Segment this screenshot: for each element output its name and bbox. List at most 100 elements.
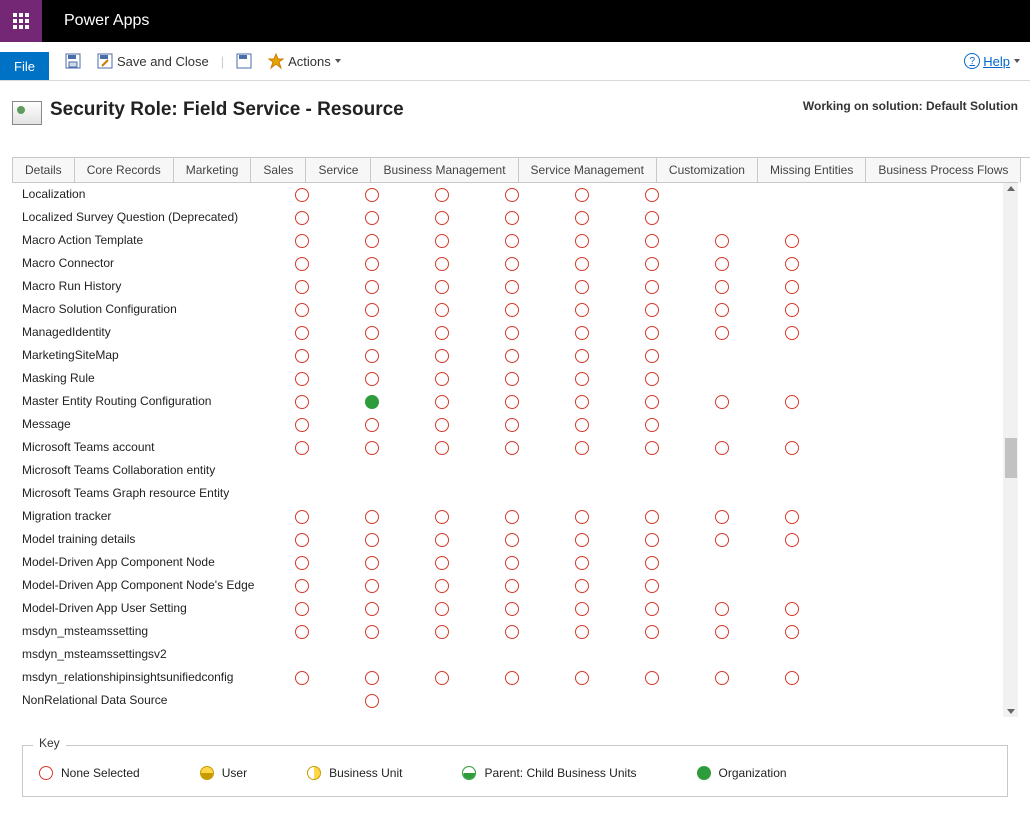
permission-cell[interactable] [757, 395, 827, 409]
permission-cell[interactable] [337, 579, 407, 593]
permission-cell[interactable] [477, 717, 547, 718]
permission-cell[interactable] [267, 211, 337, 225]
permission-cell[interactable] [477, 441, 547, 455]
permission-cell[interactable] [407, 418, 477, 432]
permission-cell[interactable] [687, 625, 757, 639]
permission-cell[interactable] [407, 349, 477, 363]
permission-cell[interactable] [477, 372, 547, 386]
permission-cell[interactable] [547, 280, 617, 294]
secondary-save-button[interactable] [236, 42, 256, 80]
permission-cell[interactable] [477, 257, 547, 271]
permission-cell[interactable] [757, 602, 827, 616]
permission-cell[interactable] [477, 556, 547, 570]
permission-cell[interactable] [267, 556, 337, 570]
permission-cell[interactable] [267, 602, 337, 616]
permission-cell[interactable] [337, 395, 407, 409]
tab-marketing[interactable]: Marketing [173, 157, 252, 182]
permission-cell[interactable] [477, 510, 547, 524]
permission-cell[interactable] [337, 418, 407, 432]
permission-cell[interactable] [337, 188, 407, 202]
permission-cell[interactable] [687, 280, 757, 294]
permission-cell[interactable] [687, 510, 757, 524]
permission-cell[interactable] [617, 671, 687, 685]
permission-cell[interactable] [757, 257, 827, 271]
permission-cell[interactable] [547, 602, 617, 616]
permission-cell[interactable] [687, 395, 757, 409]
permission-cell[interactable] [267, 234, 337, 248]
save-and-close-button[interactable]: Save and Close [97, 42, 209, 80]
permission-cell[interactable] [547, 303, 617, 317]
tab-customization[interactable]: Customization [656, 157, 758, 182]
permission-cell[interactable] [757, 234, 827, 248]
permission-cell[interactable] [267, 372, 337, 386]
permission-cell[interactable] [757, 533, 827, 547]
permission-cell[interactable] [477, 326, 547, 340]
permission-cell[interactable] [547, 326, 617, 340]
permission-cell[interactable] [547, 418, 617, 432]
permission-cell[interactable] [687, 303, 757, 317]
permission-cell[interactable] [477, 671, 547, 685]
permission-cell[interactable] [407, 372, 477, 386]
permission-cell[interactable] [267, 533, 337, 547]
permission-cell[interactable] [407, 211, 477, 225]
permission-cell[interactable] [267, 349, 337, 363]
permission-cell[interactable] [687, 234, 757, 248]
permission-cell[interactable] [407, 625, 477, 639]
permission-cell[interactable] [407, 280, 477, 294]
permission-cell[interactable] [407, 510, 477, 524]
tab-custom-entities[interactable]: Custom Entities [1020, 157, 1030, 183]
permission-cell[interactable] [687, 533, 757, 547]
permission-cell[interactable] [267, 326, 337, 340]
permission-cell[interactable] [407, 602, 477, 616]
permission-cell[interactable] [477, 211, 547, 225]
permission-cell[interactable] [407, 234, 477, 248]
permission-cell[interactable] [407, 303, 477, 317]
permission-cell[interactable] [477, 579, 547, 593]
permission-cell[interactable] [617, 602, 687, 616]
permission-cell[interactable] [687, 326, 757, 340]
actions-menu-button[interactable]: Actions [268, 42, 341, 80]
permission-cell[interactable] [477, 303, 547, 317]
permission-cell[interactable] [337, 211, 407, 225]
permission-cell[interactable] [617, 188, 687, 202]
permission-cell[interactable] [547, 349, 617, 363]
permission-cell[interactable] [337, 326, 407, 340]
permission-cell[interactable] [337, 441, 407, 455]
permission-cell[interactable] [407, 533, 477, 547]
permission-cell[interactable] [757, 280, 827, 294]
permission-cell[interactable] [617, 533, 687, 547]
permission-cell[interactable] [477, 395, 547, 409]
permission-cell[interactable] [547, 257, 617, 271]
permission-cell[interactable] [617, 257, 687, 271]
permission-cell[interactable] [337, 556, 407, 570]
permission-cell[interactable] [547, 533, 617, 547]
scroll-thumb[interactable] [1005, 438, 1017, 478]
permission-cell[interactable] [547, 372, 617, 386]
tab-sales[interactable]: Sales [250, 157, 306, 182]
permission-cell[interactable] [547, 579, 617, 593]
permission-cell[interactable] [407, 556, 477, 570]
permission-cell[interactable] [477, 602, 547, 616]
permission-cell[interactable] [547, 234, 617, 248]
permission-cell[interactable] [617, 418, 687, 432]
permission-cell[interactable] [757, 671, 827, 685]
permission-cell[interactable] [617, 579, 687, 593]
permission-cell[interactable] [267, 579, 337, 593]
permission-cell[interactable] [337, 349, 407, 363]
tab-business-management[interactable]: Business Management [370, 157, 518, 182]
permission-cell[interactable] [687, 441, 757, 455]
permission-cell[interactable] [337, 303, 407, 317]
permission-cell[interactable] [617, 234, 687, 248]
permission-cell[interactable] [407, 257, 477, 271]
permission-cell[interactable] [337, 625, 407, 639]
tab-core-records[interactable]: Core Records [74, 157, 174, 182]
permission-cell[interactable] [547, 717, 617, 718]
permission-cell[interactable] [617, 372, 687, 386]
permission-cell[interactable] [477, 418, 547, 432]
permission-cell[interactable] [337, 372, 407, 386]
permission-cell[interactable] [267, 671, 337, 685]
permission-cell[interactable] [617, 717, 687, 718]
permission-cell[interactable] [477, 234, 547, 248]
permission-cell[interactable] [547, 395, 617, 409]
permission-cell[interactable] [687, 717, 757, 718]
